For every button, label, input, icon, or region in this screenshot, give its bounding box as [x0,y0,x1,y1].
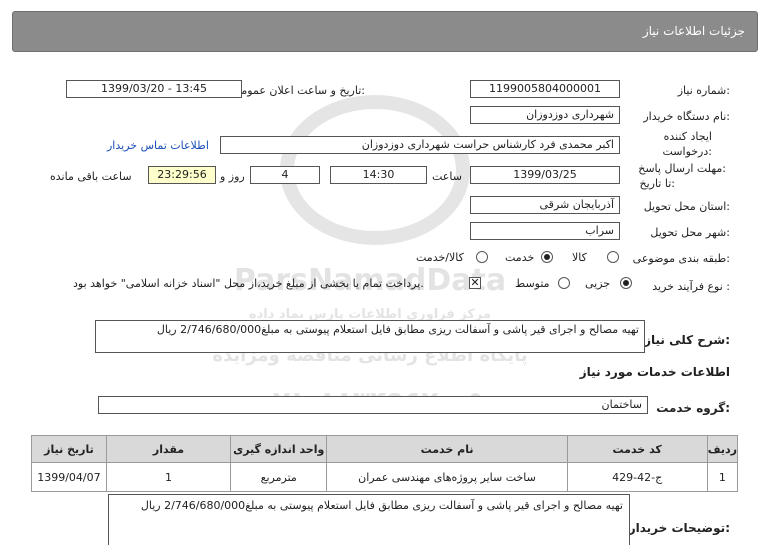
category-radio-goods-service[interactable] [476,251,488,263]
cell-need-date: 1399/04/07 [31,462,107,492]
requester-label-line1: ایجاد کننده [663,130,712,143]
payment-checkbox[interactable]: ✕ [469,277,481,289]
delivery-province-label: استان محل تحویل: [643,200,730,213]
description-label: شرح کلی نیاز: [644,333,730,347]
page-header: جزئیات اطلاعات نیاز [12,11,758,52]
requester-field[interactable]: اکبر محمدی فرد کارشناس حراست شهرداری دوز… [220,136,620,154]
service-group-field[interactable]: ساختمان [98,396,648,414]
category-radio-service[interactable] [541,251,553,263]
description-field[interactable]: تهیه مصالح و اجرای قیر پاشی و آسفالت ریز… [95,320,645,353]
announce-datetime-label: تاریخ و ساعت اعلان عمومی: [232,84,365,97]
deadline-label-line1: مهلت ارسال پاسخ: [638,162,726,175]
buyer-contact-link[interactable]: اطلاعات تماس خریدار [107,139,209,152]
buyer-org-field[interactable]: شهرداری دوزدوزان [470,106,620,124]
category-option-goods-service: کالا/خدمت [416,251,464,264]
category-radio-goods[interactable] [607,251,619,263]
deadline-time-label: ساعت [432,170,462,183]
page-title: جزئیات اطلاعات نیاز [642,24,745,38]
col-header-row-number: ردیف [706,435,739,463]
delivery-province-field[interactable]: آذربایجان شرقی [470,196,620,214]
col-header-unit: واحد اندازه گیری [230,435,328,463]
deadline-label-line2: تا تاریخ: [639,177,675,190]
cell-service-name: ساخت سایر پروژه‌های مهندسی عمران [326,462,568,492]
deadline-days-label: روز و [220,170,245,183]
category-label: طبقه بندی موضوعی: [632,252,730,265]
cell-row-number: 1 [706,462,739,492]
col-header-need-date: تاریخ نیاز [31,435,107,463]
delivery-city-label: شهر محل تحویل: [650,226,730,239]
deadline-days-field[interactable]: 4 [250,166,320,184]
need-number-label: شماره نیاز: [677,84,730,97]
services-section-title: اطلاعات خدمات مورد نیاز [579,365,730,379]
deadline-date-field[interactable]: 1399/03/25 [470,166,620,184]
payment-note: پرداخت تمام یا بخشی از مبلغ خرید،از محل … [73,277,424,290]
purchase-option-medium: متوسط [515,277,550,290]
buyer-org-label: نام دستگاه خریدار: [643,110,730,123]
need-number-field[interactable]: 1199005804000001 [470,80,620,98]
announce-datetime-field[interactable]: 1399/03/20 - 13:45 [66,80,242,98]
buyer-notes-label: توضیحات خریدار: [628,521,730,535]
table-row: 1399/04/07 1 مترمربع ساخت سایر پروژه‌های… [31,462,739,492]
purchase-radio-minor[interactable] [620,277,632,289]
col-header-quantity: مقدار [105,435,232,463]
table-header-row: تاریخ نیاز مقدار واحد اندازه گیری نام خد… [31,435,739,463]
buyer-notes-field[interactable]: تهیه مصالح و اجرای قیر پاشی و آسفالت ریز… [108,494,630,545]
col-header-service-name: نام خدمت [326,435,568,463]
purchase-option-minor: جزیی [585,277,611,290]
service-group-label: گروه خدمت: [656,401,730,415]
requester-label-line2: درخواست: [662,145,713,158]
cell-service-code: ج-42-429 [566,462,708,492]
cell-unit: مترمربع [230,462,328,492]
services-table: تاریخ نیاز مقدار واحد اندازه گیری نام خد… [31,435,739,492]
category-option-goods: کالا [572,251,587,264]
category-option-service: خدمت [505,251,535,264]
purchase-radio-medium[interactable] [558,277,570,289]
col-header-service-code: کد خدمت [566,435,708,463]
deadline-time-field[interactable]: 14:30 [330,166,427,184]
delivery-city-field[interactable]: سراب [470,222,620,240]
cell-quantity: 1 [105,462,232,492]
purchase-process-label: نوع فرآیند خرید : [652,280,730,293]
remaining-time-field: 23:29:56 [148,166,216,184]
remaining-time-label: ساعت باقی مانده [50,170,132,183]
